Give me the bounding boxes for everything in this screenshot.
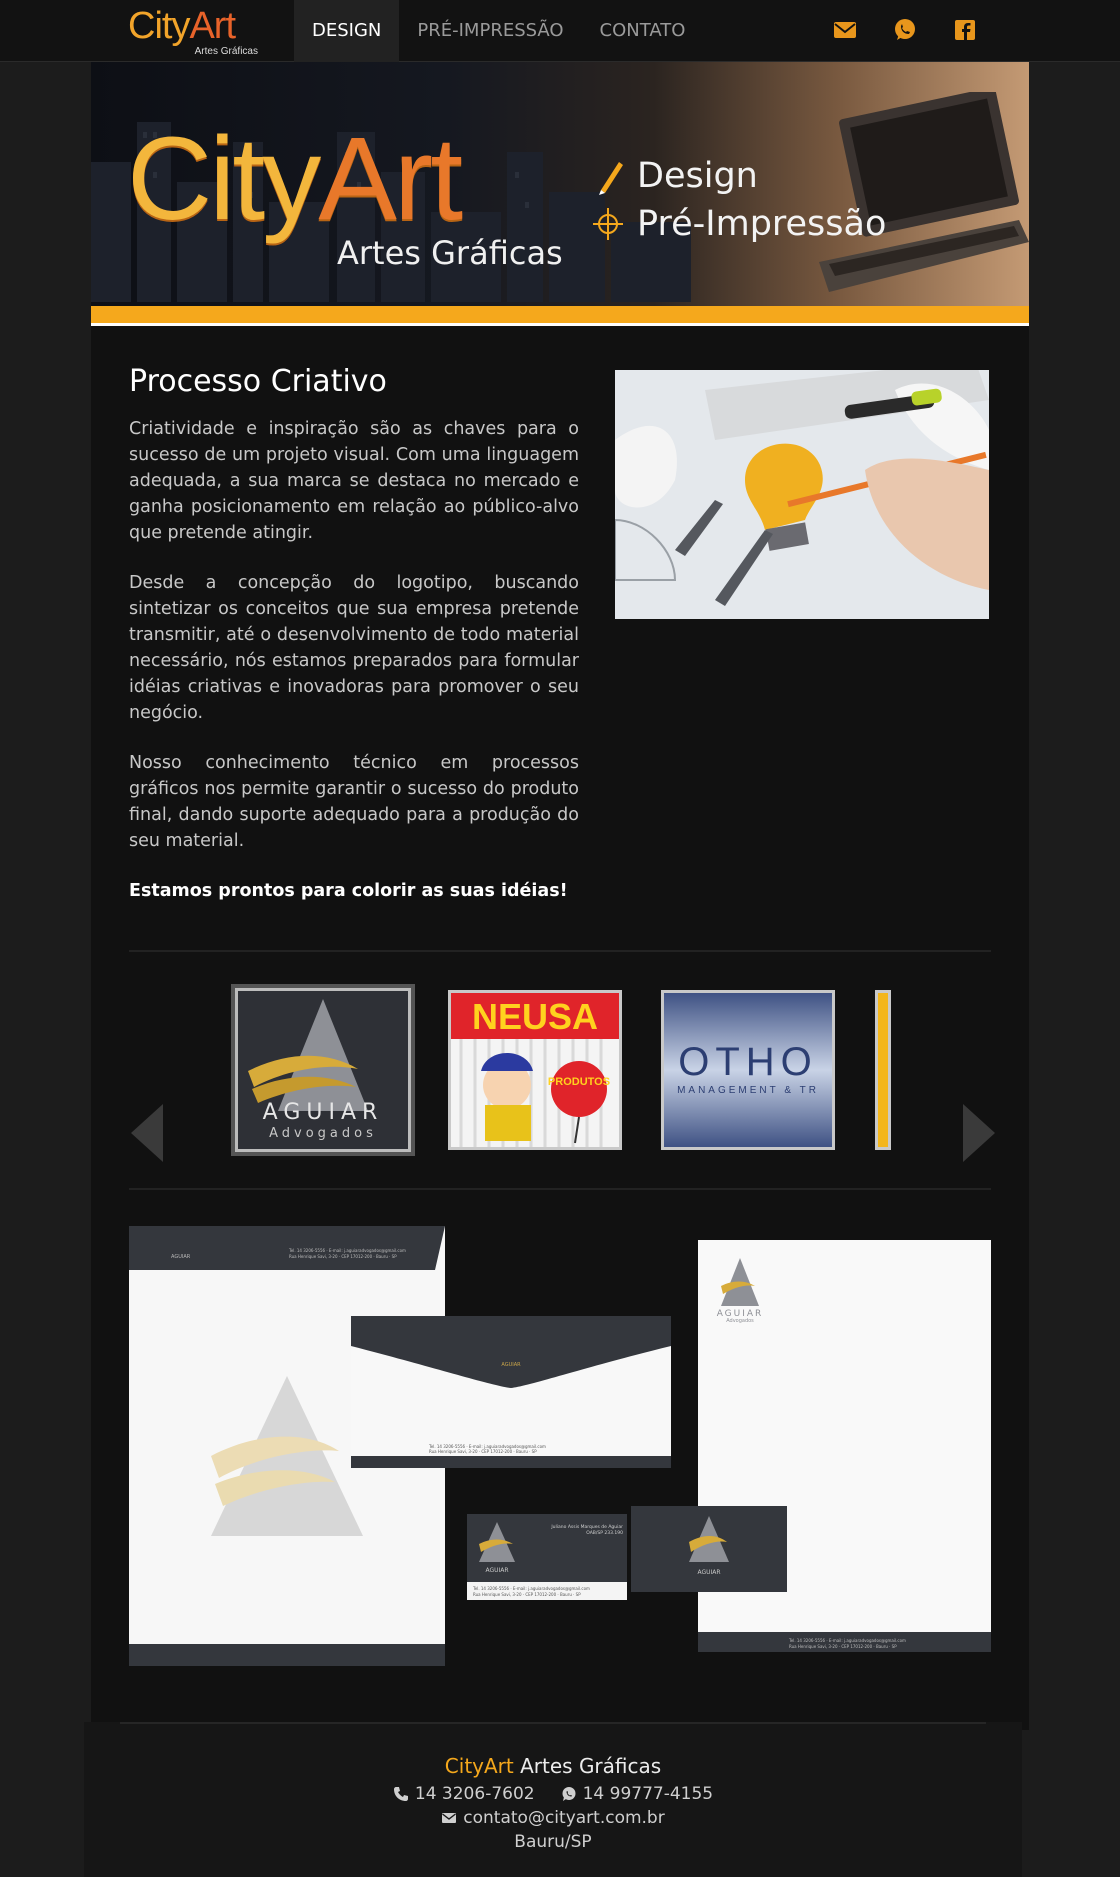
otho-logo-image: OTHO MANAGEMENT & TR: [664, 993, 832, 1147]
whatsapp-icon: [562, 1787, 576, 1801]
aguiar-logo-image: AGUIAR Advogados: [248, 999, 384, 1141]
paragraph-2: Desde a concepção do logotipo, buscando …: [129, 573, 579, 723]
footer-email[interactable]: contato@cityart.com.br: [463, 1808, 664, 1828]
neusa-line1: NEUSA: [472, 996, 598, 1037]
section-text: Criatividade e inspiração são as chaves …: [129, 416, 579, 928]
crosshair-icon: [593, 208, 623, 240]
service-pre-impressao: Pré-Impressão: [593, 200, 886, 248]
carousel-item-neusa[interactable]: NEUSA PRODUTOS: [448, 990, 622, 1150]
nav-links: DESIGN PRÉ-IMPRESSÃO CONTATO: [294, 0, 703, 62]
nav-logo-brand-post: Art: [189, 5, 236, 47]
footer-brand: CityArt Artes Gráficas: [84, 1754, 1022, 1778]
letterhead-brand-sub: Advogados: [726, 1318, 754, 1324]
folder-contact-line2: Rua Henrique Savi, 3-20 · CEP 17012-200 …: [289, 1254, 397, 1259]
lead-text: Estamos prontos para colorir as suas idé…: [129, 881, 568, 901]
footer-city-row: Bauru/SP: [84, 1832, 1022, 1852]
neusa-logo-image: NEUSA PRODUTOS: [451, 993, 619, 1147]
nav-logo[interactable]: CityArt Artes Gráficas: [128, 4, 260, 58]
neusa-line2: PRODUTOS: [548, 1076, 610, 1088]
service-pre-impressao-label: Pré-Impressão: [637, 204, 887, 244]
service-design-label: Design: [637, 156, 758, 196]
lightbulb-drawing-image: [615, 370, 989, 619]
phone-icon: [393, 1787, 408, 1801]
nav-link-contato[interactable]: CONTATO: [582, 0, 704, 62]
banner-brand: CityArt: [127, 113, 463, 245]
section-title: Processo Criativo: [129, 364, 387, 399]
hero-banner: CityArt Artes Gráficas Design Pré-Impres…: [91, 62, 1029, 326]
card-contact-line1: Tel. 14 3206-5556 · E-mail: j.aguiaradvo…: [472, 1586, 590, 1591]
pencil-icon: [599, 162, 623, 195]
folder-contact-line1: Tel. 14 3206-5556 · E-mail: j.aguiaradvo…: [288, 1248, 406, 1253]
top-navbar: CityArt Artes Gráficas DESIGN PRÉ-IMPRES…: [0, 0, 1120, 62]
paragraph-3: Nosso conhecimento técnico em processos …: [129, 753, 579, 851]
footer-city: Bauru/SP: [514, 1832, 592, 1852]
letterhead-contact-line1: Tel. 14 3206-5556 · E-mail: j.aguiaradvo…: [788, 1638, 906, 1643]
otho-line2: MANAGEMENT & TR: [677, 1085, 819, 1096]
footer-phone[interactable]: 14 3206-7602: [415, 1784, 535, 1804]
folder-brand: AGUIAR: [171, 1254, 191, 1260]
footer-email-row: contato@cityart.com.br: [84, 1808, 1022, 1828]
footer-phones: 14 3206-7602 14 99777-4155: [84, 1784, 1022, 1804]
card-name: Juliano Assis Marques de Aguiar: [550, 1524, 623, 1530]
footer-brand-post: Artes Gráficas: [520, 1754, 662, 1778]
card-contact-line2: Rua Henrique Savi, 3-20 · CEP 17012-200 …: [473, 1592, 581, 1597]
otho-line1: OTHO: [678, 1040, 818, 1084]
envelope-icon: [442, 1813, 457, 1823]
carousel-item-aguiar[interactable]: AGUIAR Advogados: [231, 984, 415, 1156]
card-back-brand: AGUIAR: [697, 1569, 720, 1576]
stationery-mockup-image: AGUIAR Tel. 14 3206-5556 · E-mail: j.agu…: [129, 1226, 991, 1666]
card-front-brand: AGUIAR: [485, 1567, 508, 1574]
aguiar-line2: Advogados: [269, 1126, 377, 1141]
divider-top: [129, 950, 991, 952]
whatsapp-icon[interactable]: [892, 17, 918, 43]
service-design: Design: [593, 152, 886, 200]
footer-whatsapp[interactable]: 14 99777-4155: [583, 1784, 714, 1804]
letterhead-contact-line2: Rua Henrique Savi, 3-20 · CEP 17012-200 …: [789, 1644, 897, 1649]
banner-stripe: [91, 306, 1029, 326]
envelope-contact-line2: Rua Henrique Savi, 3-20 · CEP 17012-200 …: [429, 1449, 537, 1454]
banner-subtitle: Artes Gráficas: [337, 234, 563, 272]
footer-divider: [120, 1722, 986, 1724]
carousel-next-arrow[interactable]: [957, 1102, 997, 1164]
nav-logo-brand: CityArt: [128, 4, 260, 48]
envelope-brand: AGUIAR: [501, 1362, 521, 1368]
card-oab: OAB/SP 233.190: [586, 1530, 623, 1536]
nav-link-pre-impressao[interactable]: PRÉ-IMPRESSÃO: [399, 0, 581, 62]
nav-social-icons: [832, 17, 978, 43]
footer-brand-pre: CityArt: [444, 1754, 514, 1778]
divider-bottom: [129, 1188, 991, 1190]
aguiar-line1: AGUIAR: [263, 1100, 384, 1125]
nav-logo-tagline: Artes Gráficas: [194, 46, 258, 57]
paragraph-1: Criatividade e inspiração são as chaves …: [129, 419, 579, 543]
main-container: CityArt Artes Gráficas Design Pré-Impres…: [91, 62, 1029, 1730]
banner-brand-post: Art: [318, 113, 463, 245]
banner-brand-pre: City: [127, 113, 321, 245]
lightbulb-illustration: [615, 370, 989, 619]
envelope-icon[interactable]: [832, 17, 858, 43]
nav-logo-brand-pre: City: [128, 5, 190, 47]
nav-link-design[interactable]: DESIGN: [294, 0, 400, 62]
facebook-icon[interactable]: [952, 17, 978, 43]
banner-services: Design Pré-Impressão: [593, 152, 886, 248]
carousel-item-partial[interactable]: [875, 990, 891, 1150]
carousel-item-otho[interactable]: OTHO MANAGEMENT & TR: [661, 990, 835, 1150]
carousel-prev-arrow[interactable]: [129, 1102, 169, 1164]
footer: CityArt Artes Gráficas 14 3206-7602 14 9…: [84, 1722, 1022, 1877]
